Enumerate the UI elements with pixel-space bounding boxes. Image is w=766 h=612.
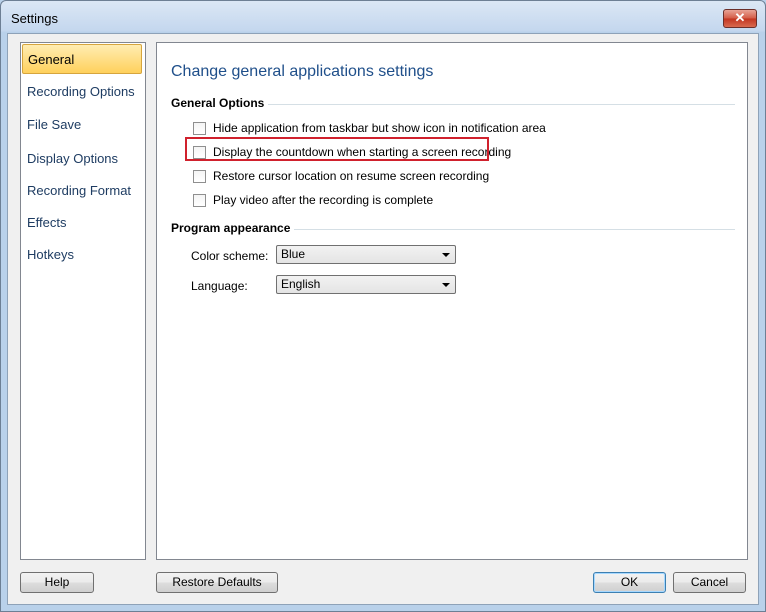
nav-item-display-options[interactable]: Display Options <box>22 144 142 174</box>
page-title: Change general applications settings <box>171 63 434 80</box>
color-scheme-select[interactable]: Blue <box>276 245 456 264</box>
window-title: Settings <box>11 11 58 26</box>
group-title-program-appearance: Program appearance <box>171 221 295 235</box>
option-play-video[interactable]: Play video after the recording is comple… <box>193 192 433 208</box>
nav-item-recording-options[interactable]: Recording Options <box>22 77 142 107</box>
nav-item-effects[interactable]: Effects <box>22 208 142 238</box>
option-label: Play video after the recording is comple… <box>213 193 434 207</box>
chevron-down-icon <box>442 283 450 287</box>
language-select[interactable]: English <box>276 275 456 294</box>
language-label: Language: <box>191 279 248 293</box>
option-label: Restore cursor location on resume screen… <box>213 169 490 183</box>
checkbox-hide-taskbar[interactable] <box>193 121 206 135</box>
settings-nav: General Recording Options File Save Disp… <box>20 42 146 560</box>
ok-button[interactable]: OK <box>593 572 666 593</box>
dialog-body: General Recording Options File Save Disp… <box>7 33 759 605</box>
nav-item-recording-format[interactable]: Recording Format <box>22 176 142 206</box>
restore-defaults-button[interactable]: Restore Defaults <box>156 572 278 593</box>
checkbox-restore-cursor[interactable] <box>193 169 206 183</box>
nav-item-general[interactable]: General <box>22 44 142 74</box>
settings-window: Settings ✕ General Recording Options Fil… <box>0 0 766 612</box>
option-label: Hide application from taskbar but show i… <box>213 121 546 135</box>
cancel-button[interactable]: Cancel <box>673 572 746 593</box>
language-value: English <box>281 277 321 291</box>
close-icon: ✕ <box>734 10 746 25</box>
color-scheme-value: Blue <box>281 247 306 261</box>
title-bar[interactable]: Settings ✕ <box>1 1 765 33</box>
highlight-box <box>185 137 489 161</box>
nav-item-hotkeys[interactable]: Hotkeys <box>22 240 142 270</box>
color-scheme-label: Color scheme: <box>191 249 269 263</box>
group-title-general-options: General Options <box>171 96 269 110</box>
option-restore-cursor[interactable]: Restore cursor location on resume screen… <box>193 168 489 184</box>
chevron-down-icon <box>442 253 450 257</box>
settings-panel: Change general applications settings Gen… <box>156 42 748 560</box>
option-hide-taskbar[interactable]: Hide application from taskbar but show i… <box>193 120 546 136</box>
help-button[interactable]: Help <box>20 572 94 593</box>
close-button[interactable]: ✕ <box>723 9 757 28</box>
checkbox-play-video[interactable] <box>193 193 206 207</box>
nav-item-file-save[interactable]: File Save <box>22 110 142 140</box>
